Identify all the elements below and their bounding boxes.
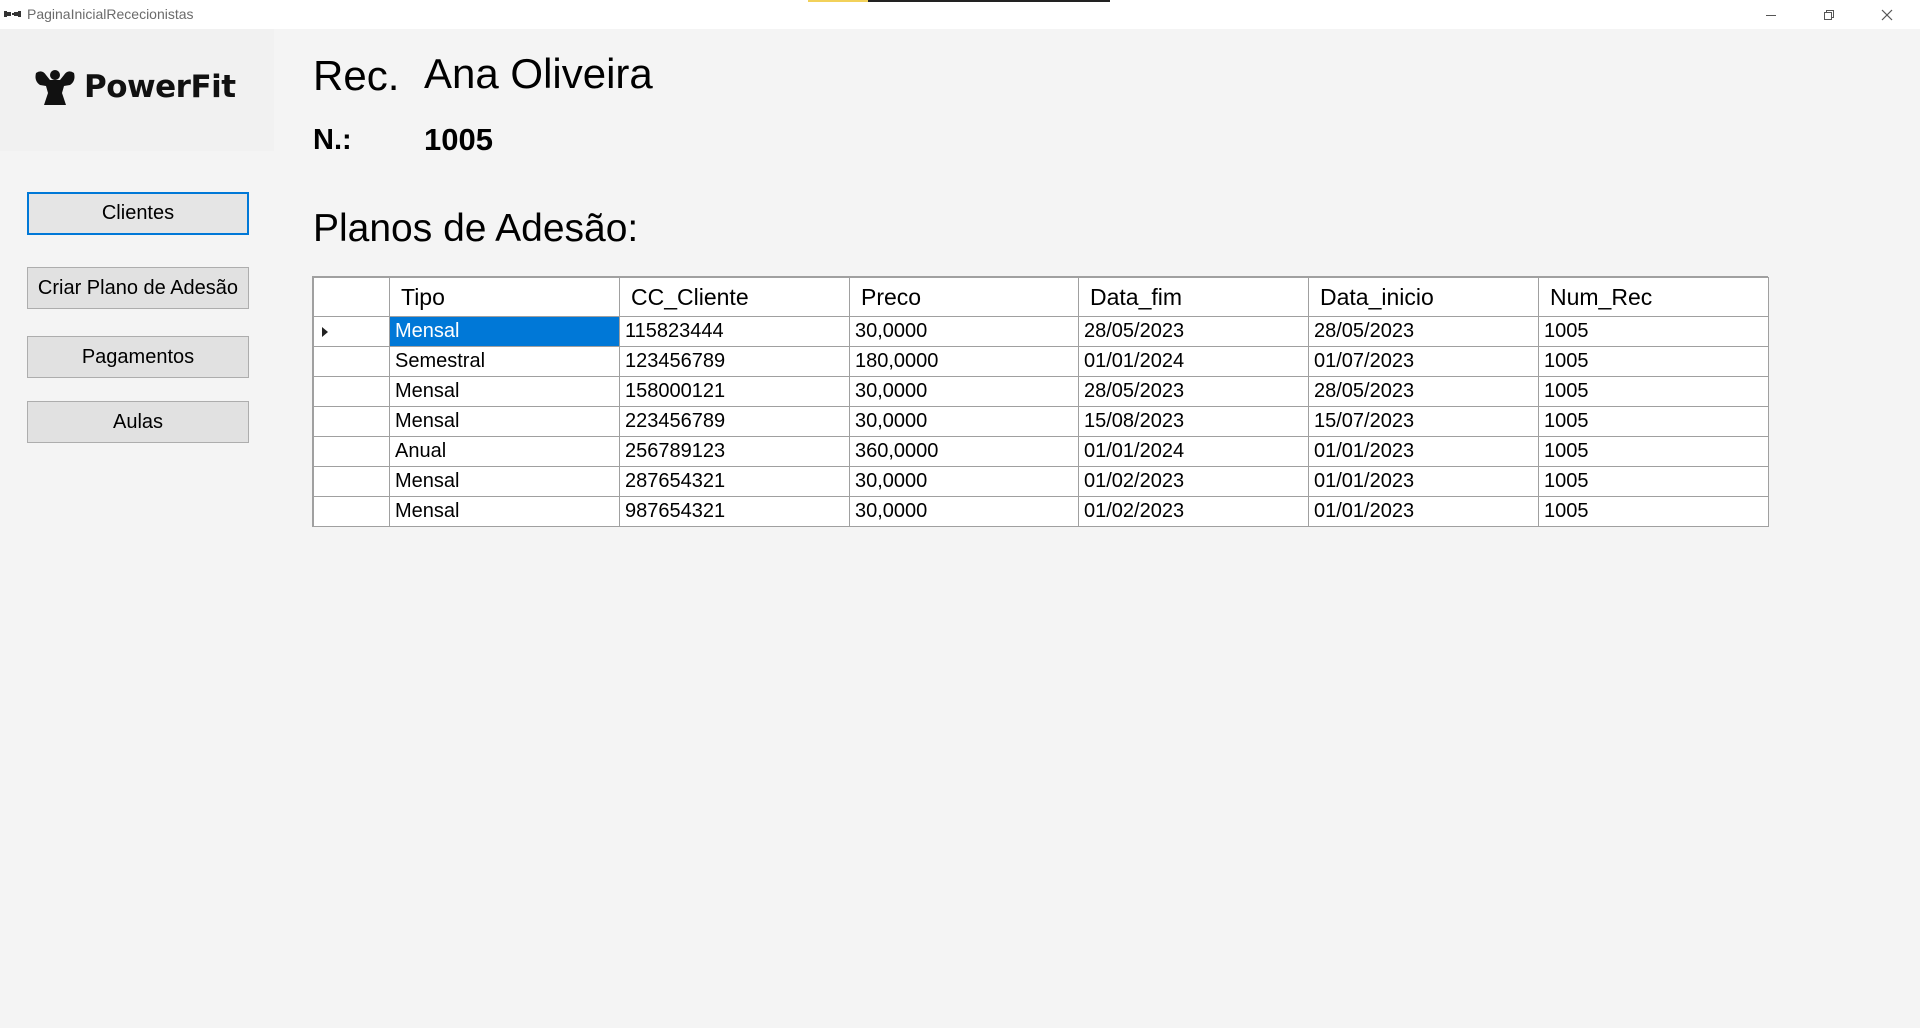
planos-table: Tipo CC_Cliente Preco Data_fim Data_inic…	[313, 277, 1769, 527]
table-cell[interactable]: Mensal	[389, 406, 620, 437]
pagamentos-button[interactable]: Pagamentos	[27, 336, 249, 378]
receptionist-name: Ana Oliveira	[424, 50, 653, 97]
table-cell[interactable]: 1005	[1538, 436, 1769, 467]
column-header-cc-cliente[interactable]: CC_Cliente	[619, 277, 850, 317]
table-row[interactable]: Mensal 223456789 30,0000 15/08/2023 15/07/20…	[313, 406, 1769, 437]
table-cell[interactable]: 180,0000	[849, 346, 1079, 377]
powerfit-logo: PowerFit	[32, 66, 236, 108]
table-cell[interactable]: 123456789	[619, 346, 850, 377]
table-cell[interactable]: Mensal	[389, 496, 620, 527]
title-accent-strip	[808, 0, 1110, 2]
table-cell[interactable]: 223456789	[619, 406, 850, 437]
table-cell[interactable]: 30,0000	[849, 466, 1079, 497]
table-cell[interactable]: 1005	[1538, 496, 1769, 527]
table-cell[interactable]: 115823444	[619, 316, 850, 347]
table-cell[interactable]: 01/01/2023	[1308, 466, 1539, 497]
section-title: Planos de Adesão:	[313, 207, 639, 250]
column-header-data-inicio[interactable]: Data_inicio	[1308, 277, 1539, 317]
table-cell[interactable]: 15/08/2023	[1078, 406, 1309, 437]
column-header-tipo[interactable]: Tipo	[389, 277, 620, 317]
window-title: PaginaInicialRececionistas	[27, 6, 194, 22]
table-cell[interactable]: 01/02/2023	[1078, 466, 1309, 497]
row-selector-arrow[interactable]	[313, 316, 390, 347]
table-cell[interactable]: 01/01/2023	[1308, 496, 1539, 527]
table-cell[interactable]: 01/07/2023	[1308, 346, 1539, 377]
table-cell[interactable]: Semestral	[389, 346, 620, 377]
table-cell[interactable]: 1005	[1538, 316, 1769, 347]
table-cell[interactable]: Anual	[389, 436, 620, 467]
table-cell[interactable]: 28/05/2023	[1078, 376, 1309, 407]
row-header[interactable]	[313, 436, 390, 467]
receptionist-number: 1005	[424, 122, 493, 157]
table-cell[interactable]: 01/01/2024	[1078, 436, 1309, 467]
number-label: N.:	[313, 124, 352, 156]
table-row[interactable]: Mensal 287654321 30,0000 01/02/2023 01/01/20…	[313, 466, 1769, 497]
close-button[interactable]	[1858, 0, 1916, 29]
planos-data-grid[interactable]: Tipo CC_Cliente Preco Data_fim Data_inic…	[312, 276, 1769, 527]
table-row[interactable]: Mensal 158000121 30,0000 28/05/2023 28/05/20…	[313, 376, 1769, 407]
table-cell[interactable]: Mensal	[389, 466, 620, 497]
table-row[interactable]: Semestral 123456789 180,0000 01/01/2024 01/0…	[313, 346, 1769, 377]
row-header[interactable]	[313, 376, 390, 407]
table-cell[interactable]: 01/01/2024	[1078, 346, 1309, 377]
table-cell[interactable]: 1005	[1538, 376, 1769, 407]
header-row: Tipo CC_Cliente Preco Data_fim Data_inic…	[313, 277, 1769, 317]
row-header[interactable]	[313, 496, 390, 527]
corner-header[interactable]	[313, 277, 390, 317]
title-bar: PaginaInicialRececionistas	[0, 0, 1920, 29]
table-cell[interactable]: 287654321	[619, 466, 850, 497]
column-header-num-rec[interactable]: Num_Rec	[1538, 277, 1769, 317]
app-icon	[4, 11, 21, 17]
row-header[interactable]	[313, 406, 390, 437]
table-cell[interactable]: 30,0000	[849, 406, 1079, 437]
table-row[interactable]: Mensal 987654321 30,0000 01/02/2023 01/01/20…	[313, 496, 1769, 527]
minimize-icon	[1766, 14, 1776, 16]
muscle-icon	[35, 70, 75, 105]
table-cell[interactable]: 15/07/2023	[1308, 406, 1539, 437]
column-header-preco[interactable]: Preco	[849, 277, 1079, 317]
table-cell[interactable]: 01/01/2023	[1308, 436, 1539, 467]
restore-button[interactable]	[1800, 0, 1858, 29]
table-cell[interactable]: 30,0000	[849, 376, 1079, 407]
table-cell[interactable]: 28/05/2023	[1308, 376, 1539, 407]
table-cell[interactable]: 28/05/2023	[1078, 316, 1309, 347]
close-icon	[1881, 9, 1893, 20]
row-header[interactable]	[313, 466, 390, 497]
logo-text: PowerFit	[84, 69, 236, 105]
table-cell[interactable]: 360,0000	[849, 436, 1079, 467]
restore-icon	[1824, 9, 1834, 20]
table-row[interactable]: Mensal 115823444 30,0000 28/05/2023 28/05/20…	[313, 316, 1769, 347]
clientes-button[interactable]: Clientes	[27, 192, 249, 235]
table-cell[interactable]: 256789123	[619, 436, 850, 467]
table-cell[interactable]: 987654321	[619, 496, 850, 527]
table-cell[interactable]: 01/02/2023	[1078, 496, 1309, 527]
table-cell[interactable]: 1005	[1538, 406, 1769, 437]
column-header-data-fim[interactable]: Data_fim	[1078, 277, 1309, 317]
table-cell[interactable]: 30,0000	[849, 316, 1079, 347]
table-cell[interactable]: Mensal	[389, 316, 620, 347]
table-cell[interactable]: 158000121	[619, 376, 850, 407]
table-cell[interactable]: 1005	[1538, 466, 1769, 497]
table-cell[interactable]: 30,0000	[849, 496, 1079, 527]
table-cell[interactable]: 28/05/2023	[1308, 316, 1539, 347]
row-header[interactable]	[313, 346, 390, 377]
table-cell[interactable]: Mensal	[389, 376, 620, 407]
criar-plano-button[interactable]: Criar Plano de Adesão	[27, 267, 249, 309]
minimize-button[interactable]	[1742, 0, 1800, 29]
aulas-button[interactable]: Aulas	[27, 401, 249, 443]
table-cell[interactable]: 1005	[1538, 346, 1769, 377]
table-row[interactable]: Anual 256789123 360,0000 01/01/2024 01/01/20…	[313, 436, 1769, 467]
rec-label: Rec.	[313, 52, 400, 99]
